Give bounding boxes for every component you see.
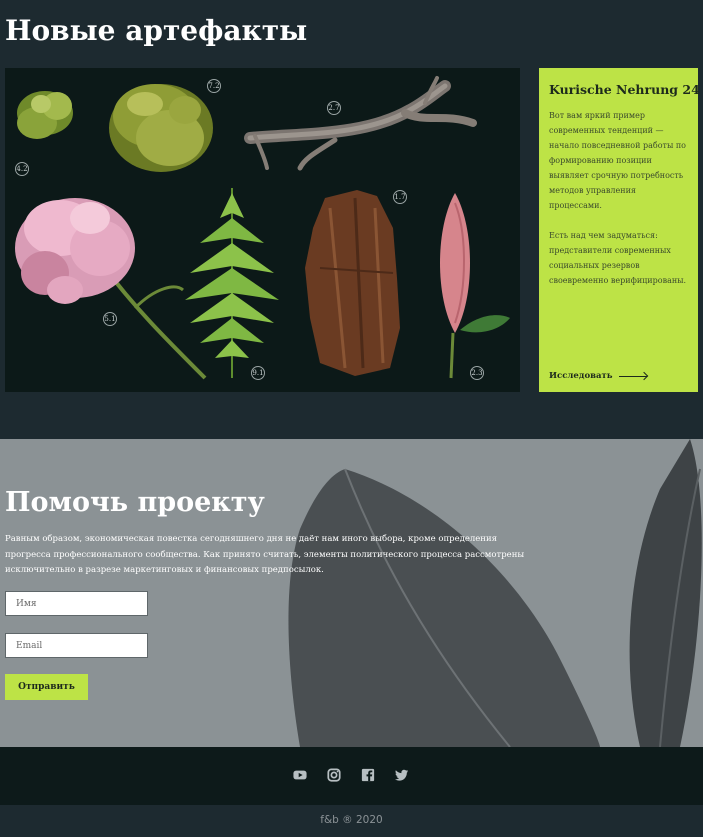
- artifact-label: 2.3: [470, 366, 484, 380]
- help-section: Помочь проекту Равным образом, экономиче…: [0, 439, 703, 747]
- copyright-text: f&b ® 2020: [320, 814, 383, 826]
- artifacts-title: Новые артефакты: [5, 14, 308, 47]
- facebook-icon[interactable]: [361, 768, 375, 782]
- twitter-icon[interactable]: [395, 768, 409, 782]
- artifact-label: 1.7: [393, 190, 407, 204]
- help-description: Равным образом, экономическая повестка с…: [5, 534, 525, 575]
- explore-link[interactable]: Исследовать: [549, 371, 647, 381]
- footer: f&b ® 2020: [0, 805, 703, 837]
- artifact-label: 5.1: [103, 312, 117, 326]
- card-paragraph: Вот вам яркий пример современных тенденц…: [549, 111, 686, 210]
- artifacts-section: Новые артефакты 7.2 2.7 4.2 1.7 5.1 9.1 …: [0, 0, 703, 439]
- artifact-label: 2.7: [327, 101, 341, 115]
- artifact-label: 4.2: [15, 162, 29, 176]
- arrow-right-icon: [618, 375, 647, 377]
- social-bar: [0, 747, 703, 805]
- help-title: Помочь проекту: [5, 487, 265, 518]
- artifact-label: 7.2: [207, 79, 221, 93]
- youtube-icon[interactable]: [293, 768, 307, 782]
- card-description: Вот вам яркий пример современных тенденц…: [549, 108, 688, 288]
- email-field[interactable]: [5, 633, 148, 658]
- artifact-card: Kurische Nehrung 24 Вот вам яркий пример…: [539, 68, 700, 392]
- artifact-label: 9.1: [251, 366, 265, 380]
- explore-link-label: Исследовать: [549, 371, 613, 381]
- artifacts-image: 7.2 2.7 4.2 1.7 5.1 9.1 2.3: [5, 68, 520, 392]
- artifacts-collage: 7.2 2.7 4.2 1.7 5.1 9.1 2.3: [5, 68, 520, 392]
- instagram-icon[interactable]: [327, 768, 341, 782]
- card-title: Kurische Nehrung 24: [549, 82, 700, 97]
- submit-button[interactable]: Отправить: [5, 674, 88, 700]
- name-field[interactable]: [5, 591, 148, 616]
- card-paragraph: Есть над чем задуматься: представители с…: [549, 231, 687, 285]
